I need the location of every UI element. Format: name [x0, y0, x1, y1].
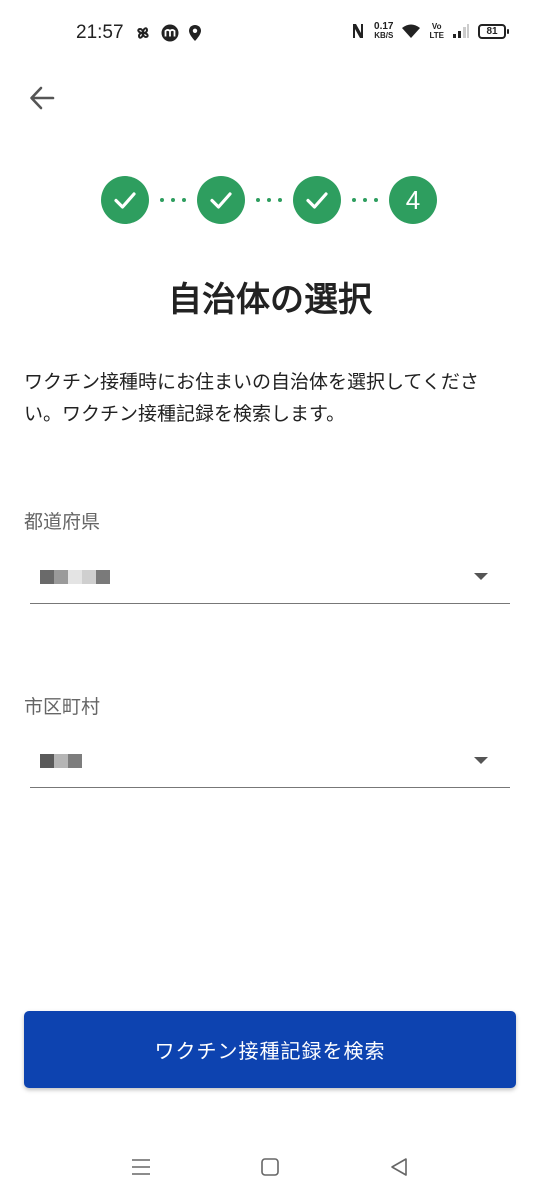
back-triangle-icon [391, 1158, 407, 1176]
nfc-icon [353, 24, 364, 38]
step-1-complete [101, 176, 149, 224]
checkmark-icon [114, 192, 136, 209]
prefecture-select[interactable] [30, 558, 510, 604]
nav-back-button[interactable] [384, 1154, 414, 1180]
step-2-complete [197, 176, 245, 224]
status-time: 21:57 [76, 22, 124, 43]
notification-icons [134, 24, 202, 42]
pinwheel-icon [137, 27, 149, 39]
arrow-left-icon [30, 86, 55, 110]
municipality-label: 市区町村 [24, 696, 101, 718]
prefecture-label: 都道府県 [24, 511, 101, 533]
step-connector [245, 198, 293, 202]
dropdown-arrow-icon [474, 757, 488, 764]
checkmark-icon [306, 192, 328, 209]
prefecture-value-redacted [40, 570, 110, 584]
dropdown-arrow-icon [474, 573, 488, 580]
menu-icon [132, 1159, 150, 1175]
volte-bottom: LTE [429, 31, 444, 40]
municipality-select[interactable] [30, 742, 510, 788]
municipality-value-redacted [40, 754, 82, 768]
network-speed-unit: KB/S [374, 31, 394, 40]
nav-home-button[interactable] [255, 1154, 285, 1180]
m-badge-icon [161, 24, 179, 42]
location-pin-icon [189, 25, 201, 41]
signal-icon [453, 24, 469, 38]
network-speed: 0.17 KB/S [374, 21, 394, 41]
system-navigation-bar [0, 1150, 540, 1184]
page-title: 自治体の選択 [168, 280, 372, 320]
system-icons: 0.17 KB/S Vo LTE 81 [350, 21, 509, 41]
step-3-complete [293, 176, 341, 224]
step-4-number: 4 [405, 184, 421, 215]
volte-top: Vo [431, 22, 442, 31]
screen: 21:57 0.17 KB/S Vo LTE 81 4 自治体の選択 ワクチン接… [0, 0, 540, 1200]
battery-icon: 81 [478, 23, 509, 39]
search-vaccination-record-button[interactable]: ワクチン接種記録を検索 [24, 1011, 516, 1088]
network-speed-value: 0.17 [374, 21, 394, 32]
battery-level: 81 [486, 25, 498, 37]
home-icon [261, 1158, 279, 1176]
progress-stepper: 4 [101, 176, 437, 224]
back-button[interactable] [22, 78, 62, 118]
volte-indicator: Vo LTE [429, 22, 444, 40]
checkmark-icon [210, 192, 232, 209]
status-bar: 21:57 0.17 KB/S Vo LTE 81 [0, 0, 540, 68]
step-connector [341, 198, 389, 202]
nav-menu-button[interactable] [126, 1154, 156, 1180]
step-connector [149, 198, 197, 202]
page-description: ワクチン接種時にお住まいの自治体を選択してください。ワクチン接種記録を検索します… [24, 371, 479, 425]
step-4-current: 4 [389, 176, 437, 224]
wifi-icon [402, 24, 421, 38]
